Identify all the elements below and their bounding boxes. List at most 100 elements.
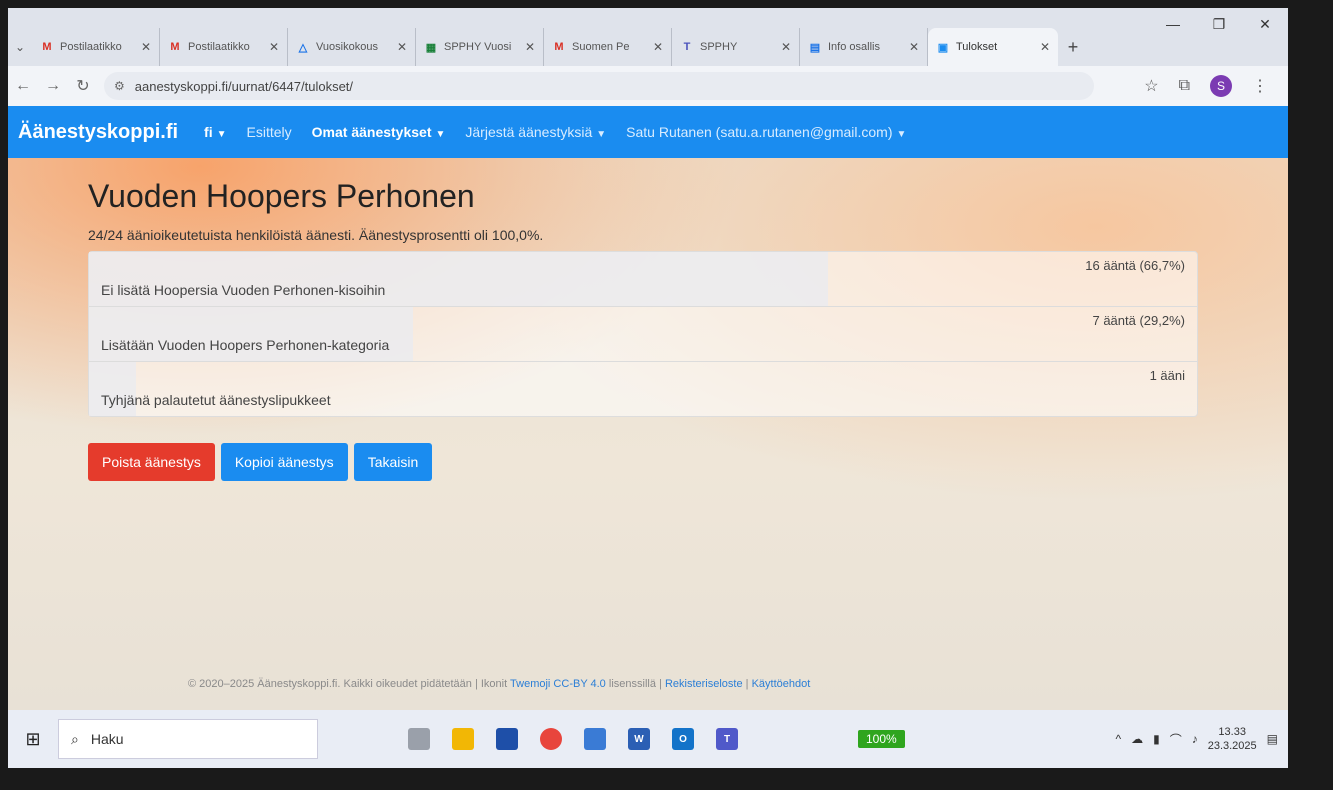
browser-tab[interactable]: M Suomen Pe ✕ [544,28,672,66]
nav-my-votes-label: Omat äänestykset [311,124,432,140]
onedrive-icon[interactable]: ☁ [1131,732,1143,746]
close-tab-icon[interactable]: ✕ [909,40,919,54]
extensions-icon[interactable]: ⧉ [1179,77,1190,95]
browser-tab[interactable]: ▣ Tulokset ✕ [928,28,1058,66]
close-tab-icon[interactable]: ✕ [141,40,151,54]
site-brand[interactable]: Äänestyskoppi.fi [8,121,194,144]
address-bar[interactable]: ⚙ aanestyskoppi.fi/uurnat/6447/tulokset/ [104,72,1094,100]
delete-vote-button[interactable]: Poista äänestys [88,443,215,481]
docs-icon: ▤ [809,41,821,54]
action-buttons: Poista äänestys Kopioi äänestys Takaisin [88,443,1198,481]
nav-intro-link[interactable]: Esittely [237,124,302,140]
notifications-icon[interactable]: ▤ [1267,732,1278,746]
network-icon[interactable]: ⌒ [1170,731,1182,748]
browser-tab[interactable]: ▤ Info osallis ✕ [800,28,928,66]
caret-down-icon: ▼ [596,129,607,140]
outlook-icon[interactable]: O [672,728,694,750]
toolbar-icons: ☆ ⧉ S ⋮ [1144,75,1288,97]
site-navbar: Äänestyskoppi.fi fi ▼ Esittely Omat äänes… [8,106,1288,158]
footer-separator: | [745,678,749,690]
footer-copyright: © 2020–2025 Äänestyskoppi.fi. Kaikki oik… [188,678,508,690]
close-tab-icon[interactable]: ✕ [269,40,279,54]
privacy-link[interactable]: Rekisteriseloste [665,678,743,690]
gmail-icon: M [42,41,52,53]
chrome-icon[interactable] [540,728,562,750]
result-option-label: Tyhjänä palautetut äänestyslipukkeet [101,392,331,408]
tab-list: M Postilaatikko ✕ M Postilaatikko ✕ △ Vuosikoko… [32,28,1058,66]
minimize-icon[interactable]: — [1150,8,1196,40]
browser-tab[interactable]: M Postilaatikko ✕ [32,28,160,66]
task-view-icon[interactable] [408,728,430,750]
browser-tab[interactable]: M Postilaatikko ✕ [160,28,288,66]
result-votes: 16 ääntä (66,7%) [1085,258,1185,273]
ballot-icon: ▣ [937,41,949,54]
windows-start-icon[interactable]: ⊞ [8,729,58,750]
word-icon[interactable]: W [628,728,650,750]
browser-tab[interactable]: T SPPHY ✕ [672,28,800,66]
nav-user-label: Satu Rutanen (satu.a.rutanen@gmail.com) [626,124,893,140]
close-window-icon[interactable]: ✕ [1242,8,1288,40]
taskbar-search[interactable]: ⌕ Haku [58,719,318,759]
copy-vote-button[interactable]: Kopioi äänestys [220,443,348,481]
taskbar-apps: W O T [408,728,738,750]
caret-down-icon: ▼ [216,129,227,140]
close-tab-icon[interactable]: ✕ [781,40,791,54]
result-row: 7 ääntä (29,2%) Lisätään Vuoden Hoopers P… [89,306,1197,361]
restore-icon[interactable]: ❐ [1196,8,1242,40]
volume-icon[interactable]: ♪ [1192,732,1198,746]
result-votes: 1 ääni [1149,368,1185,383]
browser-toolbar: ← → ↻ ⚙ aanestyskoppi.fi/uurnat/6447/tul… [8,66,1288,106]
nav-user-menu[interactable]: Satu Rutanen (satu.a.rutanen@gmail.com) ▼ [616,124,916,140]
tab-title: Info osallis [828,41,880,53]
close-tab-icon[interactable]: ✕ [1040,40,1050,54]
tray-chevron-icon[interactable]: ^ [1115,732,1121,746]
teams-icon[interactable]: T [716,728,738,750]
nav-organize-label: Järjestä äänestyksiä [465,124,593,140]
language-label: fi [204,124,213,140]
page-footer: © 2020–2025 Äänestyskoppi.fi. Kaikki oik… [188,678,810,690]
browser-tab[interactable]: ▦ SPPHY Vuosi ✕ [416,28,544,66]
terms-link[interactable]: Käyttöehdot [752,678,811,690]
close-tab-icon[interactable]: ✕ [525,40,535,54]
tab-search-icon[interactable]: ⌄ [8,28,32,66]
store-icon[interactable] [496,728,518,750]
twemoji-link[interactable]: Twemoji CC-BY 4.0 [510,678,606,690]
sheets-icon: ▦ [425,41,437,54]
zoom-indicator[interactable]: 100% [858,730,905,748]
tab-title: Postilaatikko [60,41,122,53]
nav-my-votes[interactable]: Omat äänestykset ▼ [302,124,456,140]
site-info-icon[interactable]: ⚙ [114,79,125,93]
close-tab-icon[interactable]: ✕ [653,40,663,54]
windows-taskbar: ⊞ ⌕ Haku W O T 100% ^ ☁ ▮ ⌒ ♪ 13.33 23.3… [8,710,1288,768]
battery-icon[interactable]: ▮ [1153,732,1160,746]
menu-kebab-icon[interactable]: ⋮ [1252,76,1268,96]
bookmark-star-icon[interactable]: ☆ [1144,76,1158,96]
language-selector[interactable]: fi ▼ [194,124,236,140]
profile-avatar[interactable]: S [1210,75,1232,97]
tab-title: Postilaatikko [188,41,250,53]
copilot-icon[interactable] [584,728,606,750]
screen: ⌄ M Postilaatikko ✕ M Postilaatikko ✕ △ Vuosiko… [8,8,1288,768]
tab-title: Suomen Pe [572,41,630,53]
result-option-label: Lisätään Vuoden Hoopers Perhonen-kategor… [101,337,390,353]
file-explorer-icon[interactable] [452,728,474,750]
results-list: 16 ääntä (66,7%) Ei lisätä Hoopersia Vuod… [88,251,1198,417]
turnout-summary: 24/24 äänioikeutetuista henkilöistä ääne… [88,227,544,243]
new-tab-button[interactable]: + [1058,28,1088,66]
back-button[interactable]: Takaisin [353,443,433,481]
result-option-label: Ei lisätä Hoopersia Vuoden Perhonen-kiso… [101,282,386,298]
reload-icon[interactable]: ↻ [68,76,98,96]
back-arrow-icon[interactable]: ← [8,77,38,95]
result-row: 1 ääni Tyhjänä palautetut äänestyslipukke… [89,361,1197,416]
nav-organize[interactable]: Järjestä äänestyksiä ▼ [455,124,616,140]
drive-icon: △ [298,41,308,54]
taskbar-search-placeholder: Haku [90,731,124,747]
caret-down-icon: ▼ [896,129,907,140]
close-tab-icon[interactable]: ✕ [397,40,407,54]
result-votes: 7 ääntä (29,2%) [1092,313,1185,328]
forward-arrow-icon[interactable]: → [38,77,68,95]
taskbar-clock[interactable]: 13.33 23.3.2025 [1208,725,1257,753]
gmail-icon: M [170,41,180,53]
gmail-icon: M [554,41,564,53]
browser-tab[interactable]: △ Vuosikokous ✕ [288,28,416,66]
